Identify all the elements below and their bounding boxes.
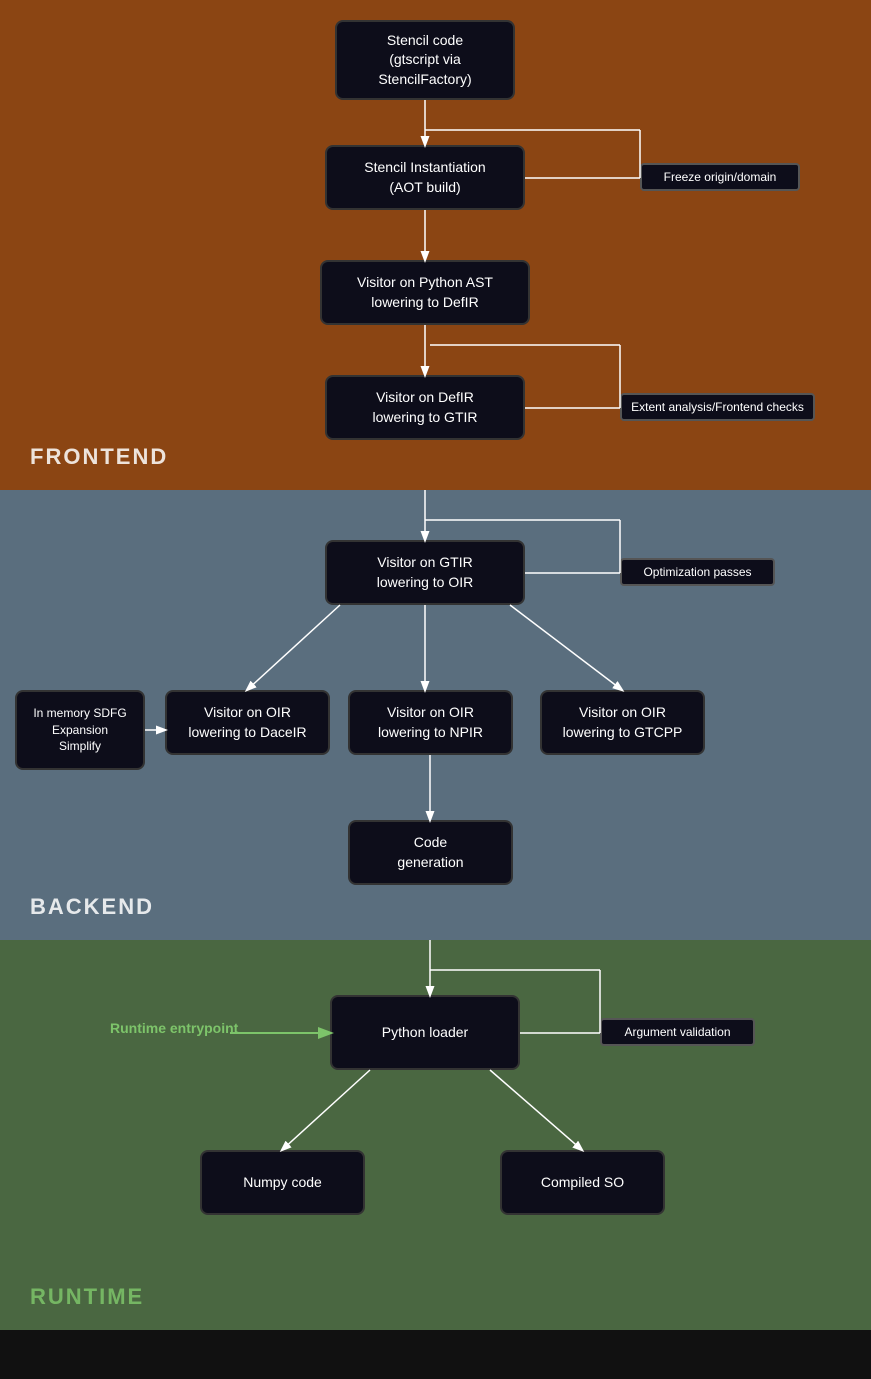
optimization-passes-box: Optimization passes [620,558,775,586]
diagram-wrapper: FRONTEND Stencil code (gtscript via Sten… [0,0,871,1330]
stencil-code-box: Stencil code (gtscript via StencilFactor… [335,20,515,100]
python-loader-box: Python loader [330,995,520,1070]
frontend-section: FRONTEND Stencil code (gtscript via Sten… [0,0,871,490]
in-memory-sdfg-box: In memory SDFG Expansion Simplify [15,690,145,770]
visitor-oir-dace-box: Visitor on OIR lowering to DaceIR [165,690,330,755]
runtime-section: RUNTIME Python loader Argument validatio… [0,940,871,1330]
bottom-bar [0,1330,871,1379]
runtime-label: RUNTIME [30,1284,144,1310]
numpy-code-box: Numpy code [200,1150,365,1215]
stencil-instantiation-box: Stencil Instantiation (AOT build) [325,145,525,210]
frontend-label: FRONTEND [30,444,168,470]
code-generation-box: Code generation [348,820,513,885]
visitor-oir-npir-box: Visitor on OIR lowering to NPIR [348,690,513,755]
backend-section: BACKEND Visitor on GTIR lowering to OIR … [0,490,871,940]
visitor-python-ast-box: Visitor on Python AST lowering to DefIR [320,260,530,325]
argument-validation-box: Argument validation [600,1018,755,1046]
visitor-oir-gtcpp-box: Visitor on OIR lowering to GTCPP [540,690,705,755]
freeze-origin-box: Freeze origin/domain [640,163,800,191]
compiled-so-box: Compiled SO [500,1150,665,1215]
extent-analysis-box: Extent analysis/Frontend checks [620,393,815,421]
runtime-entrypoint-label: Runtime entrypoint [110,1020,238,1036]
backend-label: BACKEND [30,894,154,920]
visitor-defir-box: Visitor on DefIR lowering to GTIR [325,375,525,440]
visitor-gtir-box: Visitor on GTIR lowering to OIR [325,540,525,605]
